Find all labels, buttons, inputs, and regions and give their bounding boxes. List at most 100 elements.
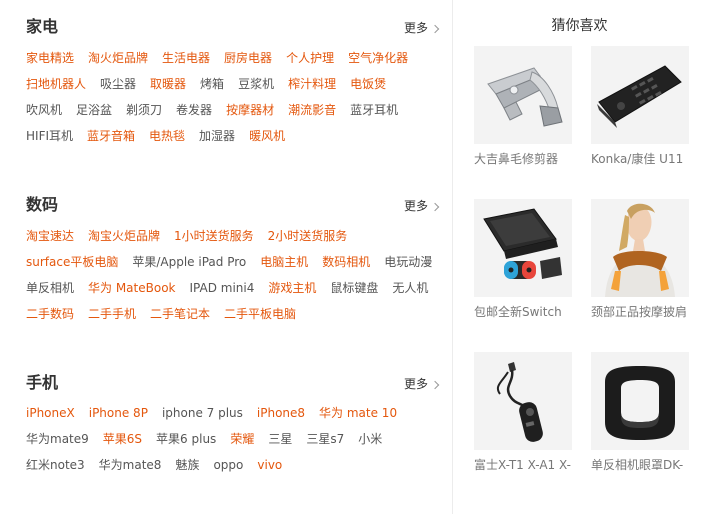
more-label: 更多 — [403, 21, 428, 35]
category-link[interactable]: 无人机 — [392, 279, 428, 297]
category-link[interactable]: oppo — [213, 456, 243, 474]
category-link[interactable]: 潮流影音 — [288, 101, 336, 119]
category-link[interactable]: 二手手机 — [88, 305, 136, 323]
product-card[interactable]: 大吉鼻毛修剪器 — [474, 46, 572, 167]
category-link[interactable]: 吹风机 — [26, 101, 62, 119]
category-link[interactable]: 魅族 — [175, 456, 199, 474]
switch-console-image — [474, 199, 572, 297]
category-section-appliances: 家电 更多 家电精选 淘火炬品牌 生活电器 厨房电器 个人护理 空气净化器 扫地机器人 吸尘… — [26, 17, 440, 167]
category-link[interactable]: 电饭煲 — [350, 75, 386, 93]
more-label: 更多 — [403, 199, 428, 213]
category-link[interactable]: 空气净化器 — [348, 49, 408, 67]
chevron-right-icon — [430, 202, 440, 211]
category-link[interactable]: iPhoneX — [26, 404, 75, 422]
category-link[interactable]: vivo — [257, 456, 282, 474]
product-caption: 包邮全新Switch — [474, 305, 562, 319]
category-link[interactable]: iPhone 8P — [89, 404, 148, 422]
category-link[interactable]: 淘宝火炬品牌 — [88, 227, 160, 245]
category-link[interactable]: 淘火炬品牌 — [88, 49, 148, 67]
category-link[interactable]: 数码相机 — [322, 253, 370, 271]
chevron-right-icon — [430, 24, 440, 33]
section-title: 家电 — [26, 17, 59, 36]
category-link[interactable]: 二手数码 — [26, 305, 74, 323]
category-link[interactable]: 淘宝速达 — [26, 227, 74, 245]
category-link[interactable]: 电玩动漫 — [384, 253, 432, 271]
link-row: 淘宝速达 淘宝火炬品牌 1小时送货服务 2小时送货服务 — [26, 227, 361, 245]
category-link[interactable]: 榨汁料理 — [288, 75, 336, 93]
category-link[interactable]: 华为 MateBook — [88, 279, 175, 297]
link-row: 扫地机器人 吸尘器 取暖器 烤箱 豆浆机 榨汁料理 电饭煲 — [26, 75, 400, 93]
category-link[interactable]: 生活电器 — [162, 49, 210, 67]
eyecup-image — [591, 352, 689, 450]
more-link[interactable]: 更多 — [403, 376, 440, 392]
product-card[interactable]: 富士X-T1 X-A1 X- — [474, 352, 572, 473]
product-card[interactable]: Konka/康佳 U11 — [591, 46, 689, 167]
category-link[interactable]: 暖风机 — [249, 127, 285, 145]
nose-trimmer-image — [474, 46, 572, 144]
category-link[interactable]: 苹果/Apple iPad Pro — [132, 253, 246, 271]
link-row: surface平板电脑 苹果/Apple iPad Pro 电脑主机 数码相机 电玩动漫 — [26, 253, 446, 271]
more-label: 更多 — [403, 377, 428, 391]
category-link[interactable]: 二手笔记本 — [150, 305, 210, 323]
product-caption: 大吉鼻毛修剪器 — [474, 152, 559, 166]
category-link[interactable]: 电脑主机 — [260, 253, 308, 271]
category-panel: 家电 更多 家电精选 淘火炬品牌 生活电器 厨房电器 个人护理 空气净化器 扫地机器人 吸尘… — [0, 0, 452, 514]
product-caption: Konka/康佳 U11 — [591, 152, 684, 166]
link-row: 单反相机 华为 MateBook IPAD mini4 游戏主机 鼠标键盘 无人机 — [26, 279, 442, 297]
category-link[interactable]: 1小时送货服务 — [174, 227, 254, 245]
category-link[interactable]: 红米note3 — [26, 456, 85, 474]
category-link[interactable]: surface平板电脑 — [26, 253, 118, 271]
category-link[interactable]: 华为 mate 10 — [319, 404, 397, 422]
category-link[interactable]: 吸尘器 — [100, 75, 136, 93]
category-link[interactable]: 剃须刀 — [126, 101, 162, 119]
category-link[interactable]: 豆浆机 — [238, 75, 274, 93]
category-link[interactable]: 华为mate9 — [26, 430, 89, 448]
product-card[interactable]: 颈部正品按摩披肩 — [591, 199, 689, 320]
category-link[interactable]: 二手平板电脑 — [224, 305, 296, 323]
category-link[interactable]: 苹果6 plus — [156, 430, 216, 448]
category-link[interactable]: 扫地机器人 — [26, 75, 86, 93]
category-link[interactable]: 鼠标键盘 — [330, 279, 378, 297]
link-row: HIFI耳机 蓝牙音箱 电热毯 加湿器 暖风机 — [26, 127, 299, 145]
product-caption: 颈部正品按摩披肩 — [591, 305, 688, 319]
product-card[interactable]: 包邮全新Switch — [474, 199, 572, 320]
category-link[interactable]: 荣耀 — [230, 430, 254, 448]
category-link[interactable]: iphone 7 plus — [162, 404, 243, 422]
category-link[interactable]: 华为mate8 — [99, 456, 162, 474]
category-link[interactable]: iPhone8 — [257, 404, 305, 422]
category-link[interactable]: 苹果6S — [103, 430, 142, 448]
product-caption: 单反相机眼罩DK- — [591, 458, 684, 472]
category-link[interactable]: 取暖器 — [150, 75, 186, 93]
section-title: 手机 — [26, 373, 59, 392]
category-link[interactable]: 2小时送货服务 — [268, 227, 348, 245]
recommend-title: 猜你喜欢 — [551, 18, 608, 34]
category-link[interactable]: 单反相机 — [26, 279, 74, 297]
shutter-release-image — [474, 352, 572, 450]
category-link[interactable]: 电热毯 — [149, 127, 185, 145]
category-link[interactable]: 足浴盆 — [76, 101, 112, 119]
category-link[interactable]: 蓝牙音箱 — [87, 127, 135, 145]
chevron-right-icon — [430, 380, 440, 389]
category-link[interactable]: IPAD mini4 — [190, 279, 255, 297]
category-link[interactable]: 烤箱 — [200, 75, 224, 93]
category-link[interactable]: 小米 — [358, 430, 382, 448]
more-link[interactable]: 更多 — [403, 20, 440, 36]
product-caption: 富士X-T1 X-A1 X- — [474, 458, 571, 472]
category-link[interactable]: 游戏主机 — [268, 279, 316, 297]
category-link[interactable]: 卷发器 — [176, 101, 212, 119]
link-row: 二手数码 二手手机 二手笔记本 二手平板电脑 — [26, 305, 310, 323]
category-link[interactable]: 家电精选 — [26, 49, 74, 67]
link-row: 红米note3 华为mate8 魅族 oppo vivo — [26, 456, 296, 474]
category-link[interactable]: 厨房电器 — [224, 49, 272, 67]
category-link[interactable]: 按摩器材 — [226, 101, 274, 119]
category-link[interactable]: 加湿器 — [199, 127, 235, 145]
category-link[interactable]: 三星s7 — [306, 430, 344, 448]
category-link[interactable]: 个人护理 — [286, 49, 334, 67]
category-section-phones: 手机 更多 iPhoneX iPhone 8P iphone 7 plus iPhon… — [26, 373, 440, 503]
category-link[interactable]: 蓝牙耳机 — [350, 101, 398, 119]
product-card[interactable]: 单反相机眼罩DK- — [591, 352, 689, 473]
flip-phone-image — [591, 46, 689, 144]
category-link[interactable]: 三星 — [268, 430, 292, 448]
more-link[interactable]: 更多 — [403, 198, 440, 214]
category-link[interactable]: HIFI耳机 — [26, 127, 73, 145]
